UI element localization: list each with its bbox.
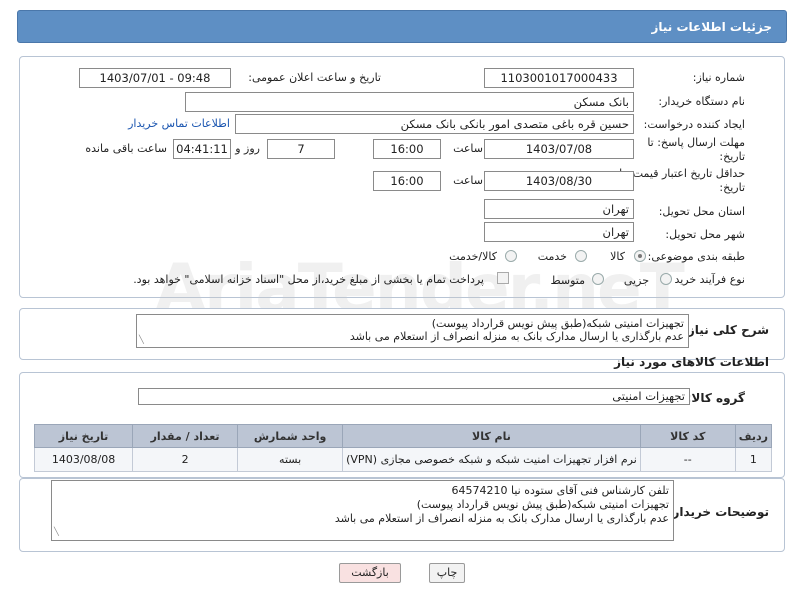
cell-qty: 2 bbox=[132, 447, 239, 472]
col-row: ردیف bbox=[734, 424, 773, 448]
process-option-minor: جزیی bbox=[623, 274, 649, 287]
treasury-payment-checkbox[interactable] bbox=[497, 272, 509, 284]
buyer-org-label: نام دستگاه خریدار: bbox=[658, 95, 745, 108]
treasury-payment-note: پرداخت تمام یا بخشی از مبلغ خرید،از محل … bbox=[133, 273, 484, 286]
reply-date-field: 1403/07/08 bbox=[484, 139, 634, 159]
price-validity-label: حداقل تاریخ اعتبار قیمت: تا تاریخ: bbox=[619, 167, 745, 194]
resize-grip-icon[interactable]: ╲ bbox=[139, 333, 144, 346]
announce-field: 1403/07/01 - 09:48 bbox=[79, 68, 231, 88]
buyer-notes-line-3: عدم بارگذاری یا ارسال مدارک بانک به منزل… bbox=[334, 512, 669, 525]
category-option-goods: کالا bbox=[610, 250, 625, 263]
goods-group-field: تجهیزات امنیتی bbox=[138, 388, 690, 405]
col-name: نام کالا bbox=[342, 424, 641, 448]
col-unit: واحد شمارش bbox=[237, 424, 344, 448]
category-radio-goods[interactable] bbox=[634, 250, 646, 262]
cell-code: -- bbox=[639, 447, 736, 472]
description-textarea[interactable]: تجهیزات امنیتی شبکه(طبق پیش نویس قرارداد… bbox=[136, 314, 689, 348]
city-label: شهر محل تحویل: bbox=[665, 228, 745, 241]
days-label: روز و bbox=[235, 142, 260, 155]
cell-date: 1403/08/08 bbox=[33, 447, 134, 472]
remaining-time-field: 04:41:11 bbox=[173, 139, 231, 159]
category-radio-both[interactable] bbox=[505, 250, 517, 262]
validity-time-label: ساعت bbox=[453, 174, 483, 187]
col-qty: تعداد / مقدار bbox=[132, 424, 239, 448]
city-field: تهران bbox=[484, 222, 634, 242]
print-button[interactable]: چاپ bbox=[429, 563, 465, 583]
buyer-org-field: بانک مسکن bbox=[185, 92, 634, 112]
description-line-1: تجهیزات امنیتی شبکه(طبق پیش نویس قرارداد… bbox=[431, 317, 684, 330]
reply-time-field: 16:00 bbox=[373, 139, 441, 159]
remaining-time-label: ساعت باقی مانده bbox=[85, 142, 167, 155]
need-number-label: شماره نیاز: bbox=[692, 71, 745, 84]
page-title: جزئیات اطلاعات نیاز bbox=[651, 20, 772, 34]
process-option-medium: متوسط bbox=[550, 274, 585, 287]
announce-label: تاریخ و ساعت اعلان عمومی: bbox=[248, 71, 381, 84]
resize-grip-icon[interactable]: ╲ bbox=[54, 525, 59, 539]
validity-time-field: 16:00 bbox=[373, 171, 441, 191]
process-radio-minor[interactable] bbox=[660, 273, 672, 285]
category-option-both: کالا/خدمت bbox=[449, 250, 497, 263]
province-label: استان محل تحویل: bbox=[658, 205, 745, 218]
page-header: جزئیات اطلاعات نیاز bbox=[17, 10, 787, 43]
buyer-notes-line-2: تجهیزات امنیتی شبکه(طبق پیش نویس قرارداد… bbox=[416, 498, 669, 511]
creator-label: ایجاد کننده درخواست: bbox=[643, 118, 745, 131]
goods-section-title: اطلاعات کالاهای مورد نیاز bbox=[614, 355, 769, 369]
col-date: تاریخ نیاز bbox=[33, 424, 134, 448]
buyer-notes-textarea[interactable]: تلفن کارشناس فنی آقای ستوده نیا 64574210… bbox=[51, 480, 674, 541]
need-number-field: 1103001017000433 bbox=[484, 68, 634, 88]
cell-name: نرم افزار تجهیزات امنیت شبکه و شبکه خصوص… bbox=[342, 447, 641, 472]
validity-date-field: 1403/08/30 bbox=[484, 171, 634, 191]
contact-info-link[interactable]: اطلاعات تماس خریدار bbox=[128, 117, 230, 130]
days-field: 7 bbox=[267, 139, 335, 159]
category-radio-service[interactable] bbox=[575, 250, 587, 262]
process-radio-medium[interactable] bbox=[592, 273, 604, 285]
buyer-notes-line-1: تلفن کارشناس فنی آقای ستوده نیا 64574210 bbox=[451, 484, 669, 497]
description-line-2: عدم بارگذاری یا ارسال مدارک بانک به منزل… bbox=[349, 330, 684, 343]
category-label: طبقه بندی موضوعی: bbox=[647, 250, 745, 263]
reply-deadline-label: مهلت ارسال پاسخ: تا تاریخ: bbox=[647, 136, 745, 163]
col-code: کد کالا bbox=[639, 424, 736, 448]
cell-row: 1 bbox=[734, 447, 773, 472]
goods-group-label: گروه کالا: bbox=[686, 391, 745, 405]
category-option-service: خدمت bbox=[537, 250, 567, 263]
description-label: شرح کلی نیاز: bbox=[683, 323, 769, 337]
province-field: تهران bbox=[484, 199, 634, 219]
table-row: 1 -- نرم افزار تجهیزات امنیت شبکه و شبکه… bbox=[33, 447, 773, 472]
process-label: نوع فرآیند خرید : bbox=[667, 273, 745, 286]
creator-field: حسین قره باغی متصدی امور بانکی بانک مسکن bbox=[235, 114, 634, 134]
reply-time-label: ساعت bbox=[453, 142, 483, 155]
back-button[interactable]: بازگشت bbox=[339, 563, 401, 583]
cell-unit: بسته bbox=[237, 447, 344, 472]
goods-table: ردیف کد کالا نام کالا واحد شمارش تعداد /… bbox=[33, 424, 773, 472]
buyer-notes-label: توضیحات خریدار: bbox=[667, 505, 769, 519]
